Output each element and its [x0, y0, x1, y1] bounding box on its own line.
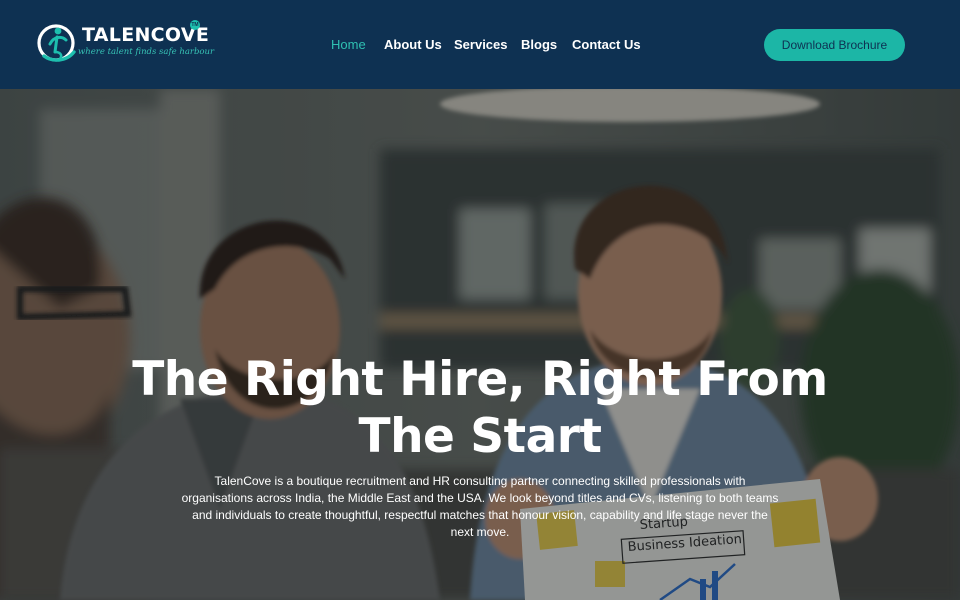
brand-tagline: where talent finds safe harbour — [78, 47, 215, 57]
trademark-badge: TM — [190, 20, 200, 30]
hero-title: The Right Hire, Right From The Start — [132, 352, 828, 464]
nav-item-about-us[interactable]: About Us — [384, 37, 442, 52]
brand-logo[interactable]: TALENCOVE TM where talent finds safe har… — [36, 20, 214, 70]
logo-mark-icon — [37, 24, 76, 62]
nav-item-contact-us[interactable]: Contact Us — [572, 37, 641, 52]
nav-item-blogs[interactable]: Blogs — [521, 37, 557, 52]
site-header: TALENCOVE TM where talent finds safe har… — [0, 0, 960, 89]
nav-item-home[interactable]: Home — [331, 37, 366, 52]
hero-section: Startup Business Ideation The Right Hire… — [0, 89, 960, 600]
download-brochure-button[interactable]: Download Brochure — [764, 29, 905, 61]
nav-item-services[interactable]: Services — [454, 37, 508, 52]
hero-description: TalenCove is a boutique recruitment and … — [181, 474, 779, 539]
